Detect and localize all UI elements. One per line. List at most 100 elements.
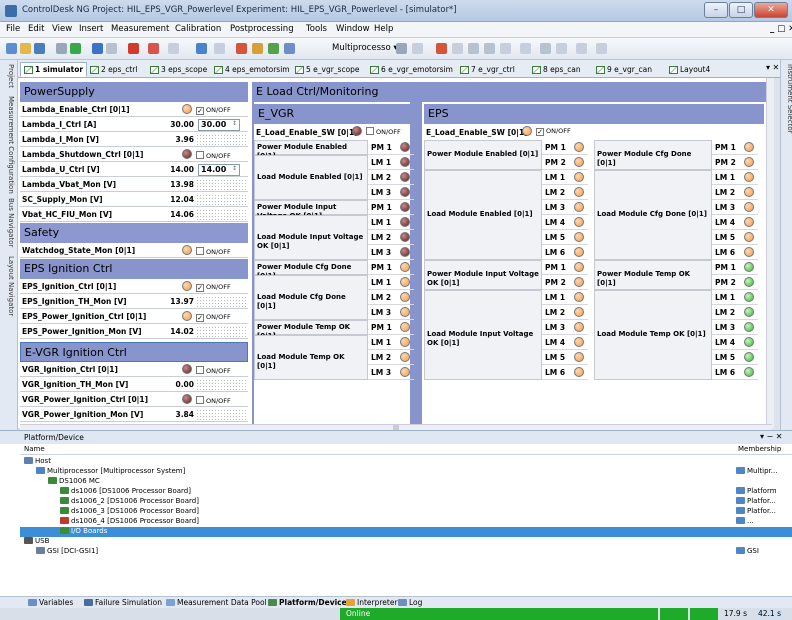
pin-icon[interactable]	[214, 43, 225, 54]
tab-eps-scope[interactable]: 3 eps_scope	[146, 62, 211, 77]
side-tab-layout-navigator[interactable]: Layout Navigator	[2, 256, 15, 316]
on-off-checkbox[interactable]: ✓ ON/OFF	[196, 313, 231, 322]
on-off-checkbox[interactable]: ✓ ON/OFF	[196, 283, 231, 292]
tree-row[interactable]: Multiprocessor [Multiprocessor System] Mu…	[20, 467, 792, 477]
tree-row[interactable]: I/O Boards	[20, 527, 792, 537]
menu-postprocessing[interactable]: Postprocessing	[230, 24, 294, 34]
font-icon[interactable]	[520, 43, 531, 54]
tab-e-vgr-scope[interactable]: 5 e_vgr_scope	[291, 62, 364, 77]
checkbox-box[interactable]	[196, 366, 204, 374]
window-icon[interactable]	[596, 43, 607, 54]
spin-icon[interactable]: ↕	[232, 120, 239, 129]
side-tab-measurement-configuration[interactable]: Measurement Configuration	[2, 96, 15, 194]
tab-measurement-data-pool[interactable]: Measurement Data Pool	[166, 598, 267, 607]
tree-node[interactable]: GSI [DCI-GSI1]	[36, 547, 98, 555]
menu-insert[interactable]: Insert	[79, 24, 103, 34]
checkbox-box[interactable]: ✓	[196, 284, 204, 292]
trigger-icon[interactable]	[148, 43, 159, 54]
tabs-menu-icon[interactable]: ▾ ✕	[766, 63, 779, 72]
tab-interpreter[interactable]: Interpreter	[346, 598, 398, 607]
tree-node[interactable]: ds1006 [DS1006 Processor Board]	[60, 487, 191, 495]
tree-row[interactable]: USB	[20, 537, 792, 547]
side-tab-instrument-selector[interactable]: Instrument Selector	[781, 64, 792, 134]
tree-row[interactable]: ds1006_3 [DS1006 Processor Board] Platfor…	[20, 507, 792, 517]
tree-node[interactable]: USB	[24, 537, 49, 545]
tree-row[interactable]: ds1006 [DS1006 Processor Board] Platform	[20, 487, 792, 497]
tree-node[interactable]: Host	[24, 457, 51, 465]
calibrate-icon[interactable]	[168, 43, 179, 54]
platform-dropdown[interactable]: Multiprocesso ▾	[332, 43, 398, 53]
checkbox-box[interactable]	[366, 127, 374, 135]
tree-row[interactable]: ds1006_4 [DS1006 Processor Board]...	[20, 517, 792, 527]
find-icon[interactable]	[484, 43, 495, 54]
tree-node[interactable]: DS1006 MC	[48, 477, 100, 485]
tree-node[interactable]: I/O Boards	[60, 527, 107, 535]
tree-node[interactable]: Multiprocessor [Multiprocessor System]	[36, 467, 185, 475]
on-off-checkbox[interactable]: ✓ ON/OFF	[196, 106, 231, 115]
tab-e-vgr-can[interactable]: 9 e_vgr_can	[592, 62, 656, 77]
tree-row[interactable]: Host	[20, 457, 792, 467]
column-membership[interactable]: Membership	[738, 445, 781, 453]
tree-row[interactable]: ds1006_2 [DS1006 Processor Board] Platfor…	[20, 497, 792, 507]
panel-controls[interactable]: ▾ − ✕	[760, 432, 783, 441]
zoom-icon[interactable]	[468, 43, 479, 54]
tab-failure-simulation[interactable]: Failure Simulation	[84, 598, 162, 607]
checkbox-box[interactable]	[196, 151, 204, 159]
tree-node[interactable]: ds1006_4 [DS1006 Processor Board]	[60, 517, 199, 525]
start-icon[interactable]	[92, 43, 103, 54]
tab-layout4[interactable]: Layout4	[665, 62, 714, 77]
grid-icon[interactable]	[436, 43, 447, 54]
layout-icon[interactable]	[284, 43, 295, 54]
menu-help[interactable]: Help	[374, 24, 393, 34]
vertical-scrollbar[interactable]	[766, 78, 774, 428]
side-tab-project[interactable]: Project	[2, 64, 15, 88]
menu-measurement[interactable]: Measurement	[111, 24, 169, 34]
nav-icon[interactable]	[576, 43, 587, 54]
menu-window[interactable]: Window	[336, 24, 370, 34]
menu-view[interactable]: View	[52, 24, 72, 34]
menu-edit[interactable]: Edit	[28, 24, 44, 34]
tree-row[interactable]: GSI [DCI-GSI1] GSI	[20, 547, 792, 557]
record-icon[interactable]	[128, 43, 139, 54]
fullscreen-icon[interactable]	[556, 43, 567, 54]
side-tab-bus-navigator[interactable]: Bus Navigator	[2, 198, 15, 247]
tab-variables[interactable]: Variables	[28, 598, 73, 607]
tab-eps-can[interactable]: 8 eps_can	[528, 62, 585, 77]
platform-config-icon[interactable]	[412, 43, 423, 54]
open-icon[interactable]	[20, 43, 31, 54]
stop-icon[interactable]	[106, 43, 117, 54]
go-online-icon[interactable]	[70, 43, 81, 54]
settings-icon[interactable]	[56, 43, 67, 54]
checkbox-box[interactable]: ✓	[196, 107, 204, 115]
evgr-switch-checkbox[interactable]: ON/OFF	[366, 127, 401, 136]
capture-icon[interactable]	[252, 43, 263, 54]
checkbox-box[interactable]	[196, 247, 204, 255]
checkbox-box[interactable]: ✓	[536, 128, 544, 136]
chart-icon[interactable]	[540, 43, 551, 54]
tab-e-vgr-ctrl[interactable]: 7 e_vgr_ctrl	[456, 62, 519, 77]
menu-tools[interactable]: Tools	[306, 24, 327, 34]
tab-eps-emotorsim[interactable]: 4 eps_emotorsim	[210, 62, 294, 77]
tab-platform-device[interactable]: Platform/Device	[268, 598, 347, 607]
tab-simulator[interactable]: 1 simulator	[20, 62, 88, 77]
on-off-checkbox[interactable]: ON/OFF	[196, 151, 231, 160]
download-icon[interactable]	[196, 43, 207, 54]
tree-node[interactable]: ds1006_2 [DS1006 Processor Board]	[60, 497, 199, 505]
measure-icon[interactable]	[236, 43, 247, 54]
column-name[interactable]: Name	[24, 445, 45, 453]
tab-eps-ctrl[interactable]: 2 eps_ctrl	[86, 62, 141, 77]
on-off-checkbox[interactable]: ON/OFF	[196, 396, 231, 405]
close-button[interactable]: ✕	[754, 2, 788, 18]
tree-row[interactable]: DS1006 MC	[20, 477, 792, 487]
checkbox-box[interactable]: ✓	[196, 314, 204, 322]
on-off-checkbox[interactable]: ON/OFF	[196, 366, 231, 375]
mdi-controls[interactable]: _ □ ✕	[770, 24, 792, 34]
eps-switch-checkbox[interactable]: ✓ ON/OFF	[536, 127, 571, 136]
tree-node[interactable]: ds1006_3 [DS1006 Processor Board]	[60, 507, 199, 515]
align-icon[interactable]	[500, 43, 511, 54]
menu-file[interactable]: File	[6, 24, 20, 34]
on-off-checkbox[interactable]: ON/OFF	[196, 247, 231, 256]
minimize-button[interactable]: –	[704, 2, 728, 18]
new-icon[interactable]	[6, 43, 17, 54]
tab-e-vgr-emotorsim[interactable]: 6 e_vgr_emotorsim	[366, 62, 457, 77]
